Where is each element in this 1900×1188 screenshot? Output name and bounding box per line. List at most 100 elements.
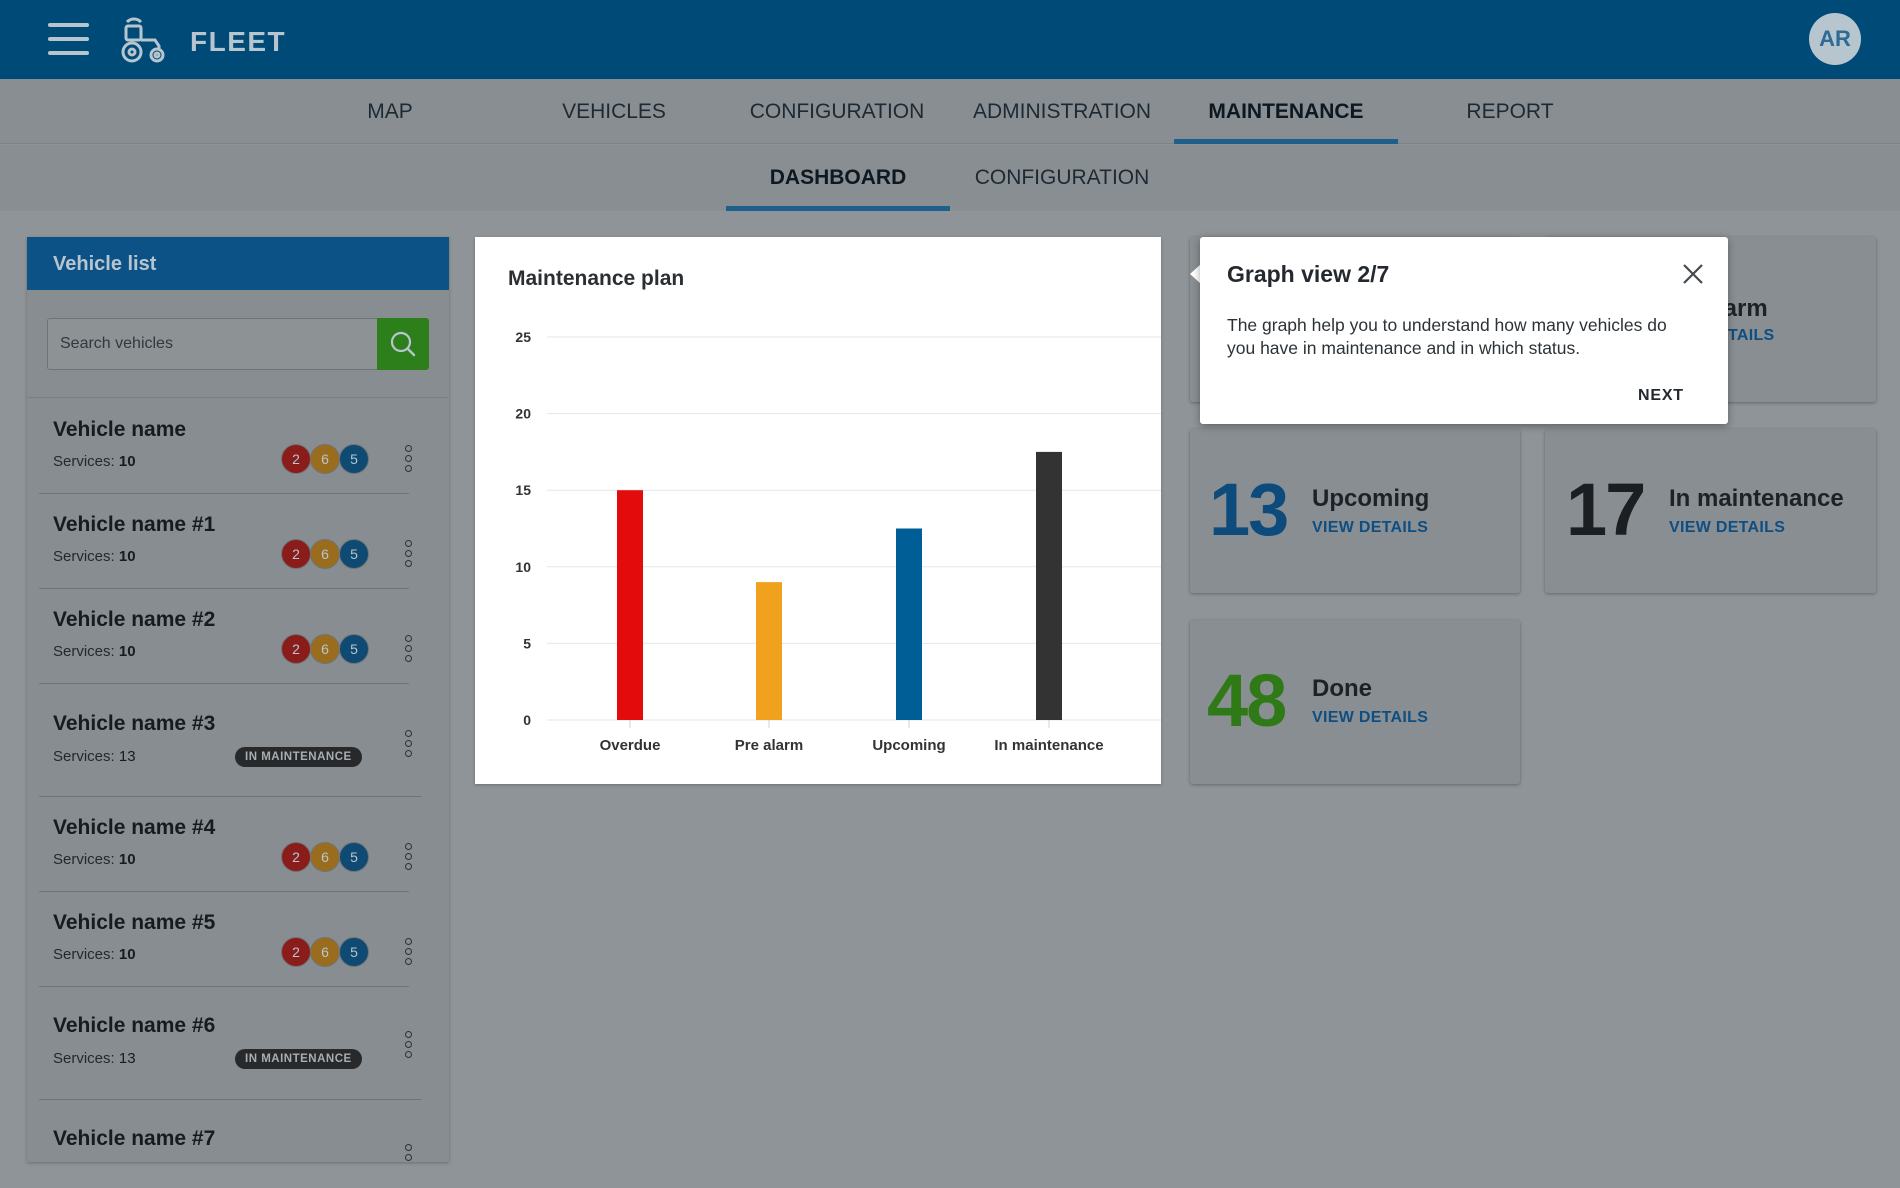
upcoming-label: Upcoming bbox=[1312, 485, 1430, 512]
y-tick-label: 0 bbox=[523, 712, 531, 728]
more-options-icon[interactable] bbox=[401, 1030, 415, 1060]
vehicle-list-item[interactable]: Vehicle name #5 Services: 10 2 6 5 bbox=[27, 892, 449, 986]
y-tick-label: 20 bbox=[515, 406, 531, 422]
x-tick-label: Pre alarm bbox=[735, 737, 803, 754]
in-maintenance-stat-card[interactable]: 17 In maintenance VIEW DETAILS bbox=[1545, 429, 1876, 593]
vehicle-name: Vehicle name #2 bbox=[53, 608, 216, 631]
tab-administration[interactable]: ADMINISTRATION bbox=[950, 79, 1174, 144]
upcoming-count-badge: 5 bbox=[339, 539, 369, 569]
next-button[interactable]: NEXT bbox=[1638, 387, 1684, 405]
vehicle-services: Services: 10 bbox=[53, 453, 136, 470]
overdue-count-badge: 2 bbox=[281, 842, 311, 872]
maintenance-bar-chart: 0 5 10 15 20 25 Overdue Pre alarm Upcoming In mai… bbox=[515, 329, 1161, 754]
menu-icon[interactable] bbox=[48, 21, 89, 56]
overdue-count-badge: 2 bbox=[281, 444, 311, 474]
vehicle-services: Services: 10 bbox=[53, 548, 136, 565]
subtab-configuration[interactable]: CONFIGURATION bbox=[950, 145, 1174, 211]
pre-alarm-count-badge: 6 bbox=[310, 444, 340, 474]
vehicle-list-item[interactable]: Vehicle name #2 Services: 10 2 6 5 bbox=[27, 589, 449, 683]
status-badges: 2 6 5 bbox=[281, 539, 371, 569]
vehicle-services: Services: 13 bbox=[53, 1050, 136, 1067]
overdue-count-badge: 2 bbox=[281, 937, 311, 967]
vehicle-list-item[interactable]: Vehicle name #1 Services: 10 2 6 5 bbox=[27, 494, 449, 588]
in-maintenance-view-details-link[interactable]: VIEW DETAILS bbox=[1669, 519, 1785, 537]
vehicle-name: Vehicle name #5 bbox=[53, 911, 216, 934]
upcoming-view-details-link[interactable]: VIEW DETAILS bbox=[1312, 519, 1428, 537]
x-tick-label: In maintenance bbox=[994, 737, 1103, 754]
upcoming-count-badge: 5 bbox=[339, 937, 369, 967]
pre-alarm-count-badge: 6 bbox=[310, 842, 340, 872]
done-stat-card[interactable]: 48 Done VIEW DETAILS bbox=[1190, 620, 1520, 784]
tab-report[interactable]: REPORT bbox=[1398, 79, 1622, 144]
vehicle-list-item[interactable]: Vehicle name Services: 10 2 6 5 bbox=[27, 398, 449, 493]
search-button[interactable] bbox=[377, 318, 429, 370]
tab-vehicles[interactable]: VEHICLES bbox=[502, 79, 726, 144]
bar-in-maintenance bbox=[1036, 451, 1062, 720]
app-title: FLEET bbox=[190, 26, 287, 57]
vehicle-services: Services: 10 bbox=[53, 946, 136, 963]
tractor-logo-icon bbox=[121, 17, 165, 63]
y-tick-label: 15 bbox=[515, 482, 531, 498]
in-maintenance-label: In maintenance bbox=[1669, 485, 1844, 512]
status-badges: 2 6 5 bbox=[281, 634, 371, 664]
more-options-icon[interactable] bbox=[401, 1143, 415, 1162]
more-options-icon[interactable] bbox=[401, 444, 415, 474]
more-options-icon[interactable] bbox=[401, 937, 415, 967]
more-options-icon[interactable] bbox=[401, 729, 415, 759]
main-nav: MAP VEHICLES CONFIGURATION ADMINISTRATIO… bbox=[0, 79, 1900, 144]
vehicle-name: Vehicle name #6 bbox=[53, 1014, 216, 1037]
pre-alarm-count-badge: 6 bbox=[310, 937, 340, 967]
vehicle-name: Vehicle name bbox=[53, 418, 187, 441]
tab-maintenance[interactable]: MAINTENANCE bbox=[1174, 79, 1398, 144]
user-avatar[interactable]: AR bbox=[1809, 13, 1861, 65]
done-view-details-link[interactable]: VIEW DETAILS bbox=[1312, 709, 1428, 727]
onboarding-tooltip: Graph view 2/7 The graph help you to und… bbox=[1200, 237, 1728, 424]
vehicle-name: Vehicle name #7 bbox=[53, 1127, 216, 1150]
tab-map[interactable]: MAP bbox=[278, 79, 502, 144]
search-input[interactable] bbox=[47, 318, 378, 370]
y-tick-label: 10 bbox=[515, 559, 531, 575]
upcoming-count-badge: 5 bbox=[339, 634, 369, 664]
subtab-dashboard[interactable]: DASHBOARD bbox=[726, 145, 950, 211]
bar-upcoming bbox=[896, 528, 922, 720]
y-tick-label: 5 bbox=[523, 635, 531, 651]
vehicle-search bbox=[47, 318, 429, 370]
upcoming-count-badge: 5 bbox=[339, 842, 369, 872]
x-tick-label: Overdue bbox=[600, 737, 661, 754]
vehicle-name: Vehicle name #1 bbox=[53, 513, 216, 536]
upcoming-count: 13 bbox=[1209, 468, 1289, 551]
y-tick-label: 25 bbox=[515, 329, 531, 345]
vehicle-list-item[interactable]: Vehicle name #7 bbox=[27, 1100, 449, 1162]
close-icon[interactable] bbox=[1680, 261, 1706, 287]
vehicle-name: Vehicle name #3 bbox=[53, 712, 216, 735]
pre-alarm-count-badge: 6 bbox=[310, 634, 340, 664]
more-options-icon[interactable] bbox=[401, 539, 415, 569]
done-label: Done bbox=[1312, 675, 1372, 702]
sub-nav: DASHBOARD CONFIGURATION bbox=[0, 145, 1900, 211]
more-options-icon[interactable] bbox=[401, 634, 415, 664]
upcoming-stat-card[interactable]: 13 Upcoming VIEW DETAILS bbox=[1190, 429, 1520, 593]
vehicle-list-item[interactable]: Vehicle name #3 Services: 13 IN MAINTENA… bbox=[27, 684, 449, 796]
more-options-icon[interactable] bbox=[401, 842, 415, 872]
tab-configuration[interactable]: CONFIGURATION bbox=[725, 79, 949, 144]
in-maintenance-count: 17 bbox=[1566, 468, 1646, 551]
maintenance-plan-chart-card: Maintenance plan 0 5 10 15 20 25 Overdue Pre al… bbox=[475, 237, 1161, 784]
vehicle-list-item[interactable]: Vehicle name #4 Services: 10 2 6 5 bbox=[27, 797, 449, 891]
vehicle-list-item[interactable]: Vehicle name #6 Services: 13 IN MAINTENA… bbox=[27, 987, 449, 1099]
vehicle-list-panel: Vehicle list Vehicle name Services: 10 2… bbox=[27, 237, 449, 1162]
status-badges: 2 6 5 bbox=[281, 937, 371, 967]
overdue-count-badge: 2 bbox=[281, 634, 311, 664]
tooltip-title: Graph view 2/7 bbox=[1227, 261, 1390, 287]
vehicle-services: Services: 10 bbox=[53, 851, 136, 868]
top-app-bar: FLEET AR bbox=[0, 0, 1900, 79]
vehicle-services: Services: 13 bbox=[53, 748, 136, 765]
bar-pre-alarm bbox=[756, 582, 782, 720]
pre-alarm-count-badge: 6 bbox=[310, 539, 340, 569]
status-badges: 2 6 5 bbox=[281, 444, 371, 474]
tooltip-body: The graph help you to understand how man… bbox=[1227, 315, 1667, 358]
search-icon bbox=[390, 331, 416, 357]
vehicle-services: Services: 10 bbox=[53, 643, 136, 660]
vehicle-list-title: Vehicle list bbox=[27, 237, 449, 290]
done-count: 48 bbox=[1207, 659, 1287, 742]
overdue-count-badge: 2 bbox=[281, 539, 311, 569]
